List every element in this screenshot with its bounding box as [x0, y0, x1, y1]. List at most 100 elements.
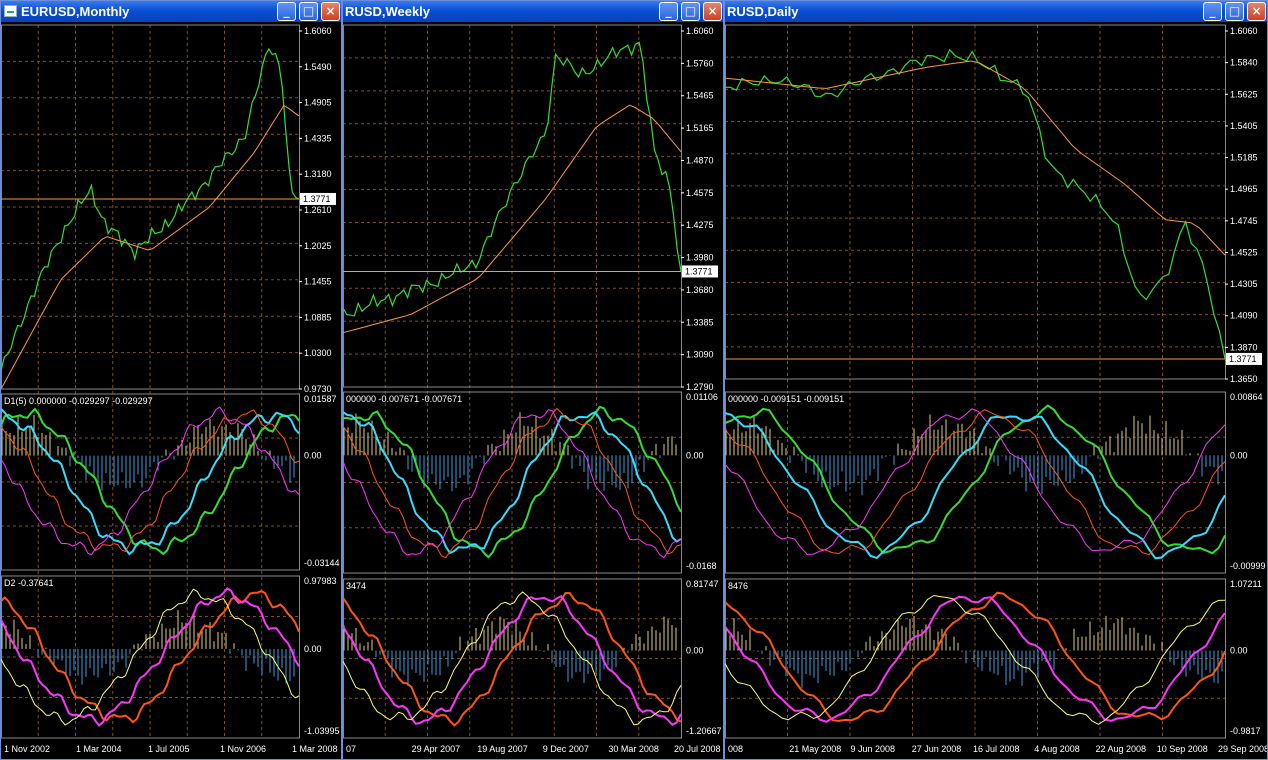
window-title: EURUSD,Monthly — [21, 4, 130, 19]
price-tick-label: 1.3385 — [686, 317, 714, 327]
indicator-tick-label: 0.00 — [304, 644, 322, 654]
indicator-tick-label: -0.00999 — [1230, 561, 1266, 571]
price-tick-label: 1.3180 — [304, 169, 332, 179]
price-tick-label: 1.5465 — [686, 91, 714, 101]
indicator-label: D1(5) 0.000000 -0.029297 -0.029297 — [4, 396, 153, 406]
indicator-tick-label: -0.03144 — [304, 558, 340, 568]
title-bar[interactable]: RUSD,Weekly _ □ × — [343, 1, 723, 22]
price-tick-label: 1.4335 — [304, 133, 332, 143]
price-tick-label: 1.4870 — [686, 155, 714, 165]
indicator-tick-label: -1.03995 — [304, 726, 340, 736]
date-axis-label: 008 — [728, 744, 743, 754]
current-price-label: 1.3771 — [1229, 354, 1257, 364]
indicator-tick-label: -1.20667 — [686, 726, 722, 736]
date-axis-label: 1 Nov 2006 — [220, 744, 266, 754]
price-tick-label: 1.4575 — [686, 188, 714, 198]
indicator-tick-label: 0.81747 — [686, 579, 719, 589]
date-axis-label: 1 Mar 2008 — [292, 744, 338, 754]
indicator-tick-label: 0.00 — [1230, 646, 1248, 656]
indicator-label: 8476 — [728, 581, 748, 591]
price-tick-label: 1.4965 — [1230, 184, 1258, 194]
date-axis-label: 16 Jul 2008 — [973, 744, 1020, 754]
indicator-tick-label: 0.00 — [686, 646, 704, 656]
minimize-button[interactable]: _ — [1203, 2, 1222, 21]
date-axis-label: 30 Mar 2008 — [608, 744, 659, 754]
indicator-tick-label: 0.00 — [304, 451, 322, 461]
indicator-tick-label: 0.00 — [1230, 450, 1248, 460]
maximize-button[interactable]: □ — [299, 2, 318, 21]
date-axis-label: 22 Aug 2008 — [1096, 744, 1147, 754]
price-tick-label: 1.1455 — [304, 277, 332, 287]
chart-area[interactable]: 1.6060 1.5760 1.5465 1.5165 1.4870 1.4575 1.42… — [343, 22, 723, 759]
date-axis-label: 1 Nov 2002 — [4, 744, 50, 754]
price-line — [343, 41, 682, 317]
date-axis-label: 1 Jul 2005 — [148, 744, 190, 754]
price-tick-label: 1.0885 — [304, 312, 332, 322]
price-tick-label: 1.5840 — [1230, 58, 1258, 68]
price-tick-label: 1.6060 — [304, 26, 332, 36]
current-price-label: 1.3771 — [685, 266, 713, 276]
date-axis-label: 07 — [346, 744, 356, 754]
price-tick-label: 1.6060 — [686, 26, 714, 36]
minimize-button[interactable]: _ — [277, 2, 296, 21]
date-axis-label: 27 Jun 2008 — [912, 744, 962, 754]
current-price-label: 1.3771 — [303, 194, 331, 204]
date-axis-label: 19 Aug 2007 — [477, 744, 528, 754]
date-axis-label: 9 Dec 2007 — [543, 744, 589, 754]
price-tick-label: 1.3870 — [1230, 342, 1258, 352]
maximize-button[interactable]: □ — [1225, 2, 1244, 21]
date-axis-label: 29 Apr 2007 — [412, 744, 461, 754]
price-tick-label: 1.6060 — [1230, 26, 1258, 36]
price-tick-label: 1.5625 — [1230, 89, 1258, 99]
price-tick-label: 1.4525 — [1230, 247, 1258, 257]
chart-area[interactable]: 1.6060 1.5490 1.4905 1.4335 1.3180 1.2610 1.20… — [1, 22, 341, 759]
title-bar[interactable]: RUSD,Daily _ □ × — [725, 1, 1267, 22]
indicator-label: 000000 -0.007671 -0.007671 — [346, 394, 462, 404]
indicator-tick-label: -0.0168 — [686, 561, 717, 571]
price-tick-label: 1.5760 — [686, 58, 714, 68]
price-tick-label: 1.5165 — [686, 123, 714, 133]
price-tick-label: 1.4745 — [1230, 216, 1258, 226]
chart-window-daily[interactable]: RUSD,Daily _ □ × 1.6060 1.5840 1.5625 1.540… — [724, 0, 1268, 760]
price-tick-label: 1.2025 — [304, 241, 332, 251]
window-title: RUSD,Daily — [727, 4, 799, 19]
indicator-tick-label: 0.00864 — [1230, 392, 1263, 402]
indicator-label: 3474 — [346, 581, 366, 591]
price-tick-label: 1.3980 — [686, 253, 714, 263]
indicator-tick-label: 0.00 — [686, 450, 704, 460]
price-tick-label: 1.4090 — [1230, 311, 1258, 321]
indicator-tick-label: 0.01587 — [304, 394, 337, 404]
price-tick-label: 1.2610 — [304, 205, 332, 215]
price-tick-label: 1.3090 — [686, 350, 714, 360]
close-button[interactable]: × — [1247, 2, 1266, 21]
close-button[interactable]: × — [703, 2, 722, 21]
price-tick-label: 1.4905 — [304, 98, 332, 108]
price-tick-label: 1.4275 — [686, 220, 714, 230]
date-axis-label: 10 Sep 2008 — [1157, 744, 1208, 754]
minimize-button[interactable]: _ — [659, 2, 678, 21]
chart-window-monthly[interactable]: EURUSD,Monthly _ □ × 1.6060 1.5490 1.4905 1… — [0, 0, 342, 760]
indicator-tick-label: 0.01106 — [686, 392, 718, 402]
price-tick-label: 0.9730 — [304, 384, 332, 394]
indicator-tick-label: 0.97983 — [304, 576, 337, 586]
date-axis-label: 4 Aug 2008 — [1034, 744, 1080, 754]
indicator-label: D2 -0.37641 — [4, 578, 54, 588]
price-line — [725, 48, 1226, 360]
price-tick-label: 1.4305 — [1230, 279, 1258, 289]
price-tick-label: 1.5185 — [1230, 153, 1258, 163]
date-axis-label: 9 Jun 2008 — [851, 744, 896, 754]
price-tick-label: 1.5405 — [1230, 121, 1258, 131]
maximize-button[interactable]: □ — [681, 2, 700, 21]
date-axis-label: 21 May 2008 — [789, 744, 841, 754]
chart-area[interactable]: 1.6060 1.5840 1.5625 1.5405 1.5185 1.4965 1.47… — [725, 22, 1267, 759]
price-tick-label: 1.5490 — [304, 62, 332, 72]
title-bar[interactable]: EURUSD,Monthly _ □ × — [1, 1, 341, 22]
close-button[interactable]: × — [321, 2, 340, 21]
price-tick-label: 1.3680 — [686, 285, 714, 295]
date-axis-label: 20 Jul 2008 — [674, 744, 721, 754]
chart-window-icon — [4, 5, 17, 17]
date-axis-label: 29 Sep 2008 — [1218, 744, 1267, 754]
window-title: RUSD,Weekly — [345, 4, 431, 19]
chart-window-weekly[interactable]: RUSD,Weekly _ □ × 1.6060 1.5760 1.5465 1.51… — [342, 0, 724, 760]
price-tick-label: 1.0300 — [304, 348, 332, 358]
